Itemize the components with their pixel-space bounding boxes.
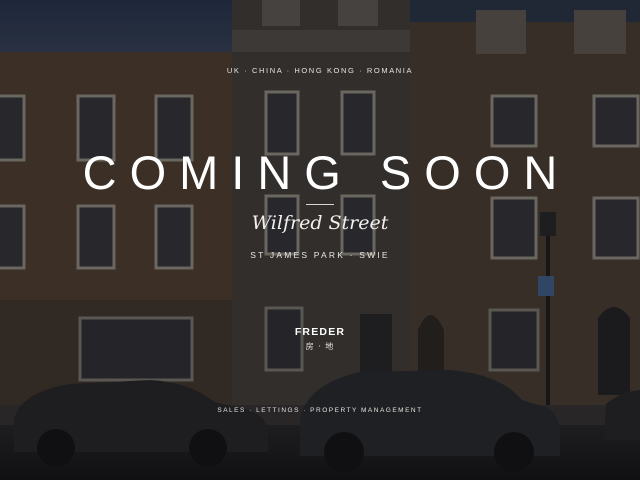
brand-logo-chinese: 房 · 地 [305,342,335,351]
brand-logo: FREDER 房 · 地 [280,326,360,352]
street-name: Wilfred Street [251,212,389,234]
title-divider [306,204,334,205]
brand-logo-word: FREDER [294,326,346,338]
services-line: SALES · LETTINGS · PROPERTY MANAGEMENT [217,407,423,414]
regions-line: UK · CHINA · HONG KONG · ROMANIA [226,66,414,75]
coming-soon-headline: COMING SOON [82,146,571,199]
coming-soon-page: UK · CHINA · HONG KONG · ROMANIA COMING … [0,0,640,480]
area-postcode: ST JAMES PARK · SWIE [250,250,390,260]
